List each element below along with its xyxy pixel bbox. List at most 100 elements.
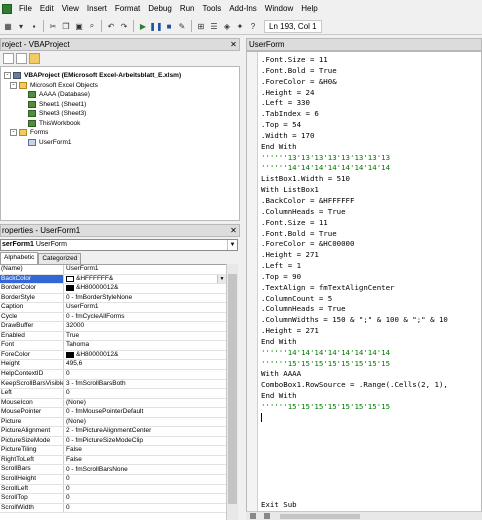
property-row[interactable]: Font Tahoma: [0, 341, 226, 351]
property-value[interactable]: (None): [64, 418, 226, 427]
view-object-icon[interactable]: [16, 53, 27, 64]
code-line[interactable]: .Width = 170: [261, 131, 481, 142]
property-value[interactable]: 0 - fmBorderStyleNone: [64, 294, 226, 303]
code-line[interactable]: .BackColor = &HFFFFFF: [261, 196, 481, 207]
help-icon[interactable]: ?: [247, 20, 259, 32]
code-line[interactable]: .Top = 54: [261, 120, 481, 131]
code-comment-line[interactable]: ''''''15'15'15'15'15'15'15'15: [261, 359, 481, 370]
design-mode-icon[interactable]: ✎: [176, 20, 188, 32]
code-comment-line[interactable]: ''''''14'14'14'14'14'14'14'14: [261, 163, 481, 174]
property-row[interactable]: ForeColor &H80000012&: [0, 350, 226, 361]
property-value-cell[interactable]: &H80000012&: [64, 351, 226, 360]
code-line[interactable]: [261, 456, 481, 467]
tree-item-sheet3[interactable]: Sheet3 (Sheet3): [1, 109, 239, 119]
chevron-down-icon[interactable]: ▼: [217, 274, 226, 283]
object-browser-icon[interactable]: ◈: [221, 20, 233, 32]
tab-alphabetic[interactable]: Alphabetic: [0, 252, 39, 264]
property-value[interactable]: 0: [64, 370, 226, 379]
property-value[interactable]: 0: [64, 475, 226, 484]
property-row[interactable]: (Name) UserForm1: [0, 265, 226, 275]
property-value[interactable]: False: [64, 446, 226, 455]
code-line[interactable]: .Font.Size = 11: [261, 55, 481, 66]
properties-icon[interactable]: ☰: [208, 20, 220, 32]
property-row[interactable]: ScrollBars 0 - fmScrollBarsNone: [0, 465, 226, 476]
menu-view[interactable]: View: [58, 0, 83, 18]
property-row[interactable]: PictureAlignment 2 - fmPictureAlignmentCe…: [0, 427, 226, 437]
tree-item-userform1[interactable]: UserForm1: [1, 138, 239, 148]
property-value[interactable]: False: [64, 456, 226, 465]
code-line[interactable]: .Top = 90: [261, 272, 481, 283]
code-line[interactable]: End With: [261, 142, 481, 153]
code-horizontal-scrollbar[interactable]: [246, 511, 482, 520]
collapse-icon[interactable]: -: [4, 72, 11, 80]
code-line[interactable]: End With: [261, 337, 481, 348]
project-explorer-icon[interactable]: ⊞: [195, 20, 207, 32]
property-value[interactable]: True: [64, 332, 226, 341]
code-comment-line[interactable]: ''''''14'14'14'14'14'14'14'14: [261, 348, 481, 359]
property-row[interactable]: MousePointer 0 - fmMousePointerDefault: [0, 408, 226, 418]
break-icon[interactable]: ❚❚: [149, 20, 162, 32]
property-row[interactable]: BorderColor &H80000012&: [0, 284, 226, 294]
tree-item-sheet1[interactable]: Sheet1 (Sheet1): [1, 100, 239, 110]
save-icon[interactable]: ▪: [28, 20, 40, 32]
properties-scrollbar[interactable]: [226, 264, 238, 520]
code-line[interactable]: .Font.Bold = True: [261, 66, 481, 77]
menu-run[interactable]: Run: [176, 0, 199, 18]
property-value[interactable]: UserForm1: [64, 265, 226, 274]
insert-object-icon[interactable]: ▾: [15, 20, 27, 32]
property-value[interactable]: 0: [64, 494, 226, 503]
menu-help[interactable]: Help: [297, 0, 321, 18]
property-row[interactable]: HelpContextID 0: [0, 370, 226, 380]
code-line[interactable]: [261, 424, 481, 435]
view-excel-icon[interactable]: ▦: [2, 20, 14, 32]
code-line[interactable]: ListBox1.Width = 510: [261, 174, 481, 185]
property-row[interactable]: ScrollWidth 0: [0, 503, 226, 514]
find-icon[interactable]: ⌕: [86, 20, 98, 32]
property-row[interactable]: Enabled True: [0, 331, 226, 342]
code-line[interactable]: .Height = 271: [261, 326, 481, 337]
tree-item-forms[interactable]: - Forms: [1, 128, 239, 138]
scrollbar-thumb[interactable]: [228, 274, 237, 504]
code-line[interactable]: .TabIndex = 6: [261, 109, 481, 120]
property-value[interactable]: 0 - fmMousePointerDefault: [64, 408, 226, 417]
menu-tools[interactable]: Tools: [199, 0, 226, 18]
code-line[interactable]: [261, 435, 481, 446]
property-row[interactable]: Height 495,6: [0, 360, 226, 371]
property-row[interactable]: Caption UserForm1: [0, 303, 226, 313]
code-line[interactable]: .Left = 330: [261, 98, 481, 109]
property-value[interactable]: (None): [64, 399, 226, 408]
code-line[interactable]: .Height = 271: [261, 250, 481, 261]
code-line[interactable]: .ForeColor = &H0&: [261, 77, 481, 88]
copy-icon[interactable]: ❐: [60, 20, 72, 32]
property-row[interactable]: ScrollLeft 0: [0, 484, 226, 495]
collapse-icon[interactable]: -: [10, 81, 17, 89]
procedure-view-icon[interactable]: [250, 513, 256, 519]
code-line[interactable]: [261, 413, 481, 424]
code-line[interactable]: .ColumnWidths = 150 & ";" & 100 & ";" & …: [261, 315, 481, 326]
toolbox-icon[interactable]: ✦: [234, 20, 246, 32]
property-value[interactable]: 0 - fmScrollBarsNone: [64, 465, 226, 474]
paste-icon[interactable]: ▣: [73, 20, 85, 32]
property-row[interactable]: ScrollHeight 0: [0, 475, 226, 485]
scrollbar-thumb[interactable]: [280, 514, 360, 519]
property-value[interactable]: 3 - fmScrollBarsBoth: [64, 380, 226, 389]
tree-item-thisworkbook[interactable]: ThisWorkbook: [1, 119, 239, 129]
code-line[interactable]: [261, 467, 481, 478]
close-icon[interactable]: ✕: [228, 225, 239, 236]
code-line[interactable]: With ListBox1: [261, 185, 481, 196]
property-value[interactable]: 2 - fmPictureAlignmentCenter: [64, 427, 226, 436]
code-margin[interactable]: [247, 52, 258, 519]
tree-item-vbaproject[interactable]: - VBAProject (EMicrosoft Excel-Arbeitsbl…: [1, 71, 239, 81]
menu-edit[interactable]: Edit: [36, 0, 58, 18]
tree-item-aaaa[interactable]: AAAA (Database): [1, 90, 239, 100]
chevron-down-icon[interactable]: ▼: [227, 240, 237, 250]
close-icon[interactable]: ✕: [228, 39, 239, 50]
menu-file[interactable]: File: [15, 0, 36, 18]
property-value[interactable]: 0 - fmCycleAllForms: [64, 313, 226, 322]
code-line[interactable]: .ColumnCount = 5: [261, 294, 481, 305]
code-line[interactable]: .ForeColor = &HC00000: [261, 239, 481, 250]
property-value[interactable]: 495,6: [64, 360, 226, 369]
code-line[interactable]: [261, 478, 481, 489]
property-row[interactable]: DrawBuffer 32000: [0, 322, 226, 332]
tree-item-excel-objects[interactable]: - Microsoft Excel Objects: [1, 81, 239, 91]
